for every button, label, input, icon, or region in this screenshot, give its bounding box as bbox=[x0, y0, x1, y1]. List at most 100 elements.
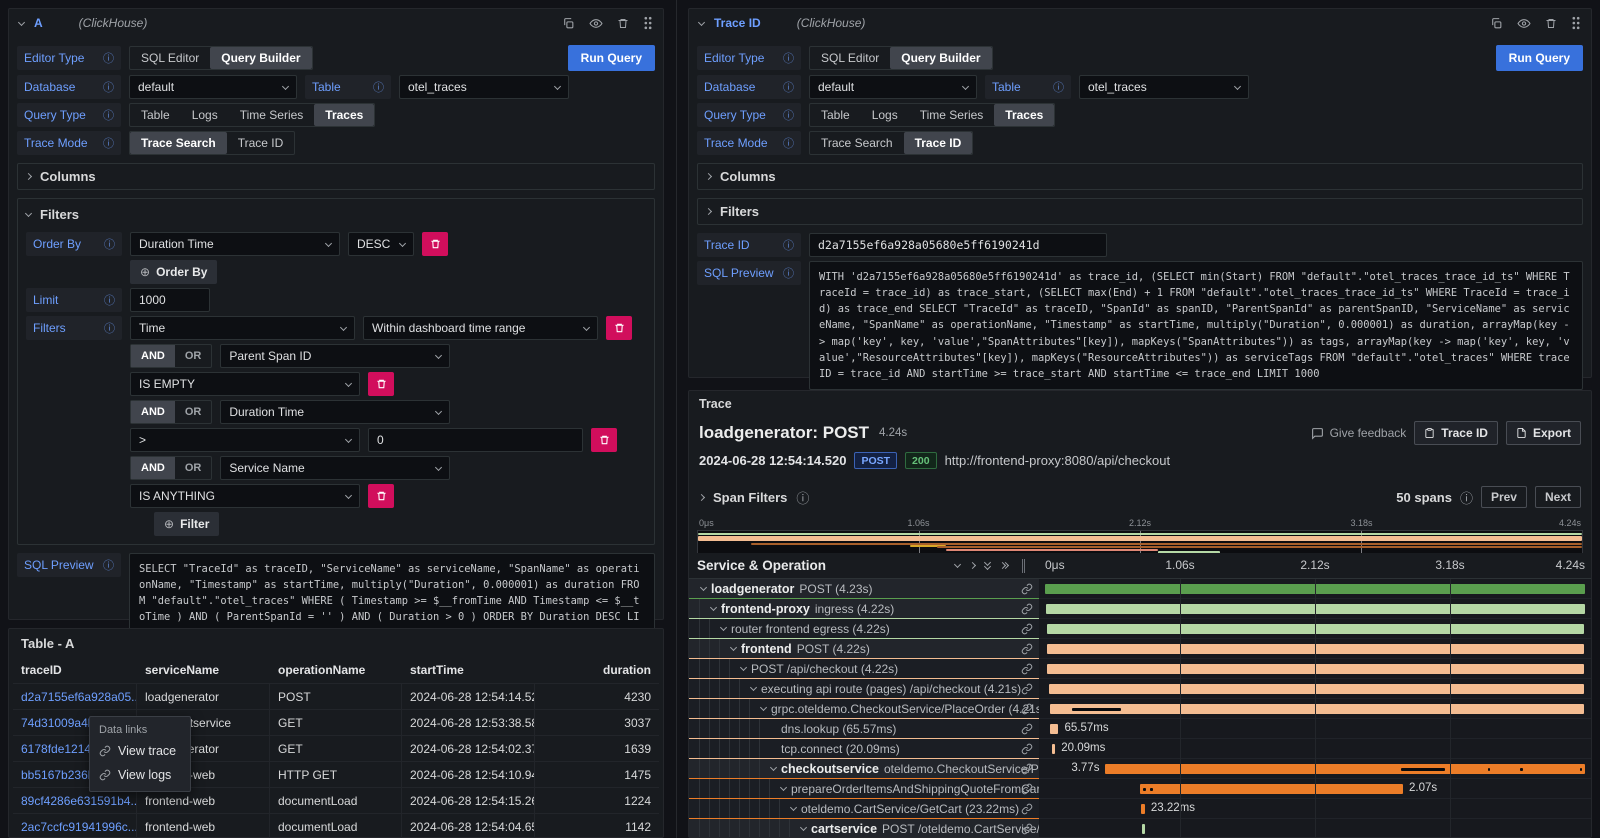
span-expand-chevron-icon[interactable] bbox=[700, 584, 707, 591]
table-select[interactable]: otel_traces bbox=[399, 75, 569, 99]
option-trace-id[interactable]: Trace ID bbox=[904, 132, 973, 154]
give-feedback-link[interactable]: Give feedback bbox=[1311, 426, 1407, 440]
view-trace-link[interactable]: View trace bbox=[90, 739, 190, 763]
option-sql-editor[interactable]: SQL Editor bbox=[810, 47, 890, 69]
span-duration-bar[interactable] bbox=[1049, 684, 1584, 694]
hide-response-icon[interactable] bbox=[1517, 17, 1531, 30]
span-link-icon[interactable] bbox=[1021, 583, 1033, 598]
collapse-one-icon[interactable] bbox=[955, 564, 960, 567]
add-filter-button[interactable]: ⊕Filter bbox=[154, 512, 219, 536]
option-trace-id[interactable]: Trace ID bbox=[227, 132, 295, 154]
trace-id-link[interactable]: d2a7155ef6a928a05... bbox=[13, 684, 137, 709]
span-link-icon[interactable] bbox=[1021, 663, 1033, 678]
span-link-icon[interactable] bbox=[1021, 723, 1033, 738]
span-expand-chevron-icon[interactable] bbox=[740, 664, 747, 671]
span-name-cell[interactable]: frontendPOST (4.22s) bbox=[689, 639, 1039, 659]
condition-operator-select[interactable]: IS EMPTY bbox=[130, 372, 360, 396]
info-icon[interactable]: ⓘ bbox=[103, 79, 114, 95]
span-row[interactable]: prepareOrderItemsAndShippingQuoteFromCar… bbox=[689, 779, 1591, 799]
expand-all-icon[interactable] bbox=[1000, 563, 1008, 568]
span-link-icon[interactable] bbox=[1021, 703, 1033, 718]
option-time-series[interactable]: Time Series bbox=[909, 104, 995, 126]
span-filters-chevron-icon[interactable] bbox=[698, 493, 705, 500]
span-expand-chevron-icon[interactable] bbox=[800, 824, 807, 831]
export-button[interactable]: Export bbox=[1506, 421, 1581, 445]
span-filters-label[interactable]: Span Filters bbox=[713, 490, 787, 505]
span-link-icon[interactable] bbox=[1021, 783, 1033, 798]
span-name-cell[interactable]: POST /api/checkout (4.22s) bbox=[689, 659, 1039, 679]
span-name-cell[interactable]: executing api route (pages) /api/checkou… bbox=[689, 679, 1039, 699]
info-icon[interactable]: ⓘ bbox=[104, 292, 115, 308]
remove-order-by-button[interactable] bbox=[422, 232, 448, 256]
filter-value-select[interactable]: Within dashboard time range bbox=[363, 316, 598, 340]
span-duration-bar[interactable] bbox=[1050, 724, 1059, 734]
database-select[interactable]: default bbox=[809, 75, 977, 99]
info-icon[interactable]: ⓘ bbox=[783, 107, 794, 123]
info-icon[interactable]: ⓘ bbox=[373, 79, 384, 95]
span-name-cell[interactable]: grpc.oteldemo.CheckoutService/PlaceOrder… bbox=[689, 699, 1039, 719]
info-icon[interactable]: ⓘ bbox=[103, 557, 114, 573]
prev-button[interactable]: Prev bbox=[1481, 486, 1527, 508]
or-option[interactable]: OR bbox=[175, 457, 212, 479]
span-name-cell[interactable]: dns.lookup (65.57ms) bbox=[689, 719, 1039, 739]
order-by-field-select[interactable]: Duration Time bbox=[130, 232, 340, 256]
span-name-cell[interactable]: router frontend egress (4.22s) bbox=[689, 619, 1039, 639]
span-link-icon[interactable] bbox=[1021, 823, 1033, 837]
info-icon[interactable]: ⓘ bbox=[783, 50, 794, 66]
filter-field-select[interactable]: Time bbox=[130, 316, 355, 340]
span-row[interactable]: loadgeneratorPOST (4.23s) bbox=[689, 579, 1591, 599]
info-icon[interactable]: ⓘ bbox=[1460, 488, 1473, 507]
option-table[interactable]: Table bbox=[130, 104, 181, 126]
span-link-icon[interactable] bbox=[1021, 603, 1033, 618]
filters-section[interactable]: Filters bbox=[697, 198, 1583, 225]
span-link-icon[interactable] bbox=[1021, 683, 1033, 698]
info-icon[interactable]: ⓘ bbox=[783, 265, 794, 281]
database-select[interactable]: default bbox=[129, 75, 297, 99]
span-name-cell[interactable]: cartservicePOST /oteldemo.CartService/Ge… bbox=[689, 819, 1039, 837]
span-name-cell[interactable]: checkoutserviceoteldemo.CheckoutService/… bbox=[689, 759, 1039, 779]
span-row[interactable]: checkoutserviceoteldemo.CheckoutService/… bbox=[689, 759, 1591, 779]
and-option[interactable]: AND bbox=[131, 401, 175, 423]
span-row[interactable]: cartservicePOST /oteldemo.CartService/Ge… bbox=[689, 819, 1591, 837]
or-option[interactable]: OR bbox=[175, 345, 212, 367]
span-row[interactable]: frontendPOST (4.22s) bbox=[689, 639, 1591, 659]
condition-field-select[interactable]: Parent Span ID bbox=[220, 344, 450, 368]
option-traces[interactable]: Traces bbox=[994, 104, 1054, 126]
span-name-cell[interactable]: oteldemo.CartService/GetCart (23.22ms) bbox=[689, 799, 1039, 819]
span-duration-bar[interactable] bbox=[1105, 764, 1585, 774]
span-expand-chevron-icon[interactable] bbox=[790, 804, 797, 811]
condition-value-input[interactable]: 0 bbox=[368, 428, 583, 452]
span-expand-chevron-icon[interactable] bbox=[720, 624, 727, 631]
collapse-chevron-icon[interactable] bbox=[18, 18, 25, 25]
condition-operator-select[interactable]: > bbox=[130, 428, 360, 452]
span-link-icon[interactable] bbox=[1021, 763, 1033, 778]
trace-id-input[interactable]: d2a7155ef6a928a05680e5ff6190241d bbox=[809, 233, 1107, 257]
filters-section-header[interactable]: Filters bbox=[26, 207, 646, 222]
span-expand-chevron-icon[interactable] bbox=[760, 704, 767, 711]
table-row[interactable]: d2a7155ef6a928a05...loadgeneratorPOST202… bbox=[13, 683, 659, 709]
view-logs-link[interactable]: View logs bbox=[90, 763, 190, 787]
column-header-traceid[interactable]: traceID bbox=[13, 657, 137, 683]
span-row[interactable]: POST /api/checkout (4.22s) bbox=[689, 659, 1591, 679]
order-by-direction-select[interactable]: DESC bbox=[348, 232, 414, 256]
table-select[interactable]: otel_traces bbox=[1079, 75, 1249, 99]
condition-field-select[interactable]: Duration Time bbox=[220, 400, 450, 424]
info-icon[interactable]: ⓘ bbox=[796, 488, 809, 507]
span-row[interactable]: grpc.oteldemo.CheckoutService/PlaceOrder… bbox=[689, 699, 1591, 719]
columns-section[interactable]: Columns bbox=[697, 163, 1583, 190]
span-link-icon[interactable] bbox=[1021, 803, 1033, 818]
collapse-all-icon[interactable] bbox=[985, 562, 990, 569]
span-link-icon[interactable] bbox=[1021, 623, 1033, 638]
span-duration-bar[interactable] bbox=[1141, 804, 1145, 814]
columns-section[interactable]: Columns bbox=[17, 163, 655, 190]
info-icon[interactable]: ⓘ bbox=[783, 79, 794, 95]
condition-operator-select[interactable]: IS ANYTHING bbox=[130, 484, 360, 508]
and-option[interactable]: AND bbox=[131, 345, 175, 367]
info-icon[interactable]: ⓘ bbox=[783, 237, 794, 253]
remove-condition-button[interactable] bbox=[368, 372, 394, 396]
span-duration-bar[interactable] bbox=[1052, 744, 1055, 754]
span-expand-chevron-icon[interactable] bbox=[750, 684, 757, 691]
span-name-cell[interactable]: frontend-proxyingress (4.22s) bbox=[689, 599, 1039, 619]
span-expand-chevron-icon[interactable] bbox=[730, 644, 737, 651]
and-option[interactable]: AND bbox=[131, 457, 175, 479]
